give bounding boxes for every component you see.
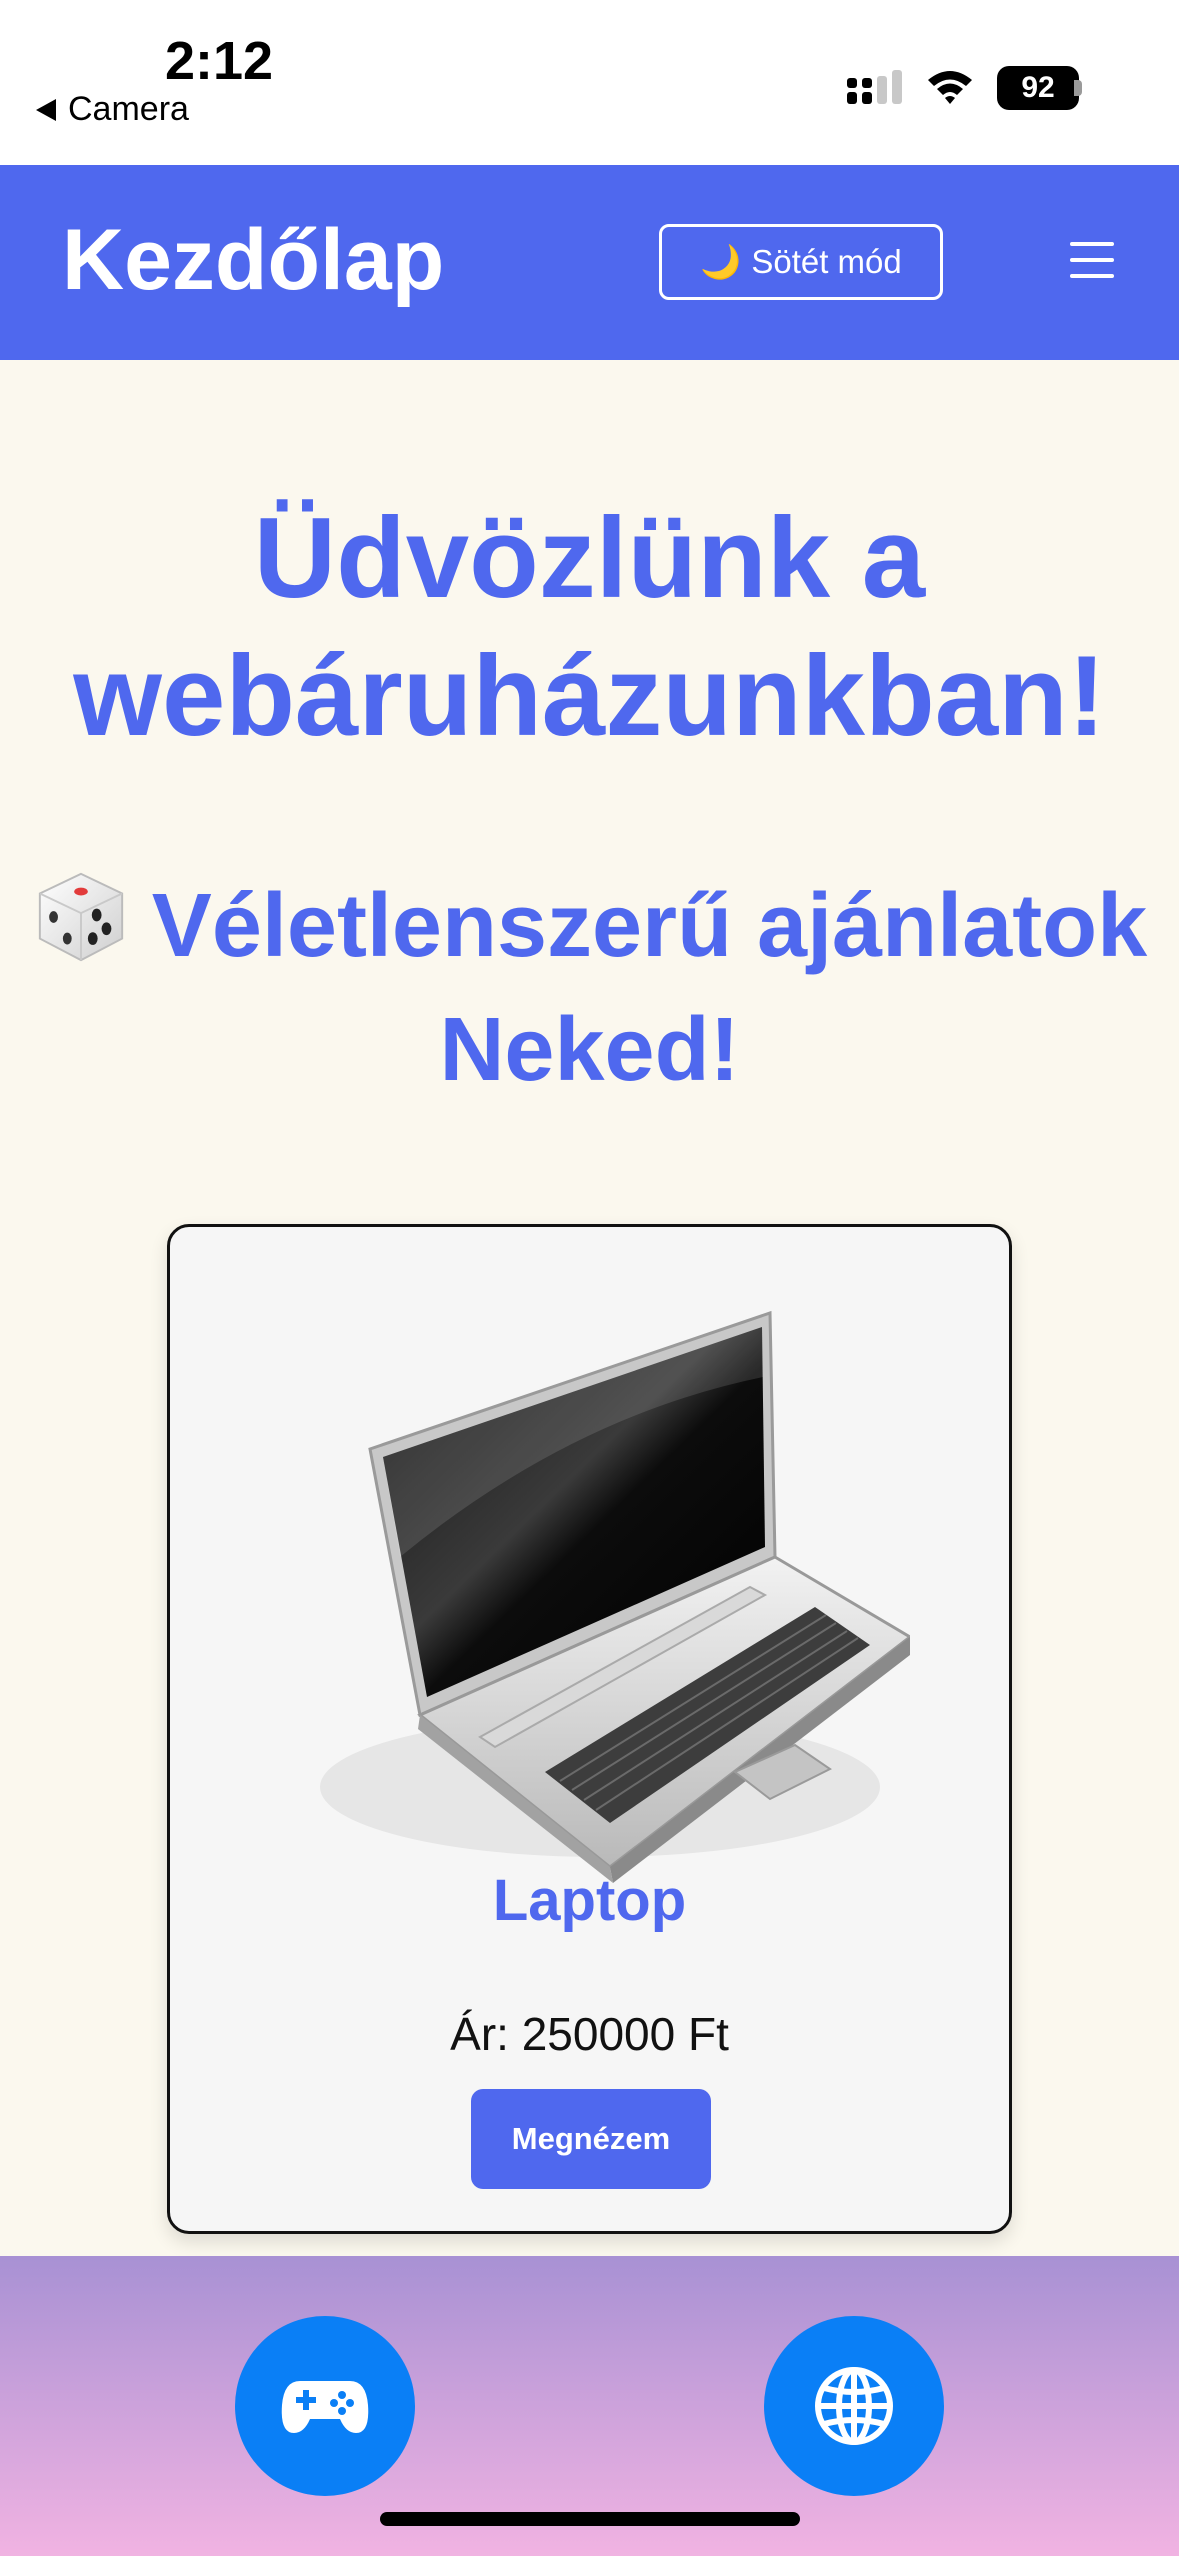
bottom-bar — [0, 2256, 1179, 2556]
welcome-heading: Üdvözlünk a webáruházunkban! — [73, 495, 1106, 760]
battery-indicator: 92 — [997, 66, 1079, 110]
home-indicator[interactable] — [380, 2512, 800, 2526]
battery-cap — [1074, 80, 1082, 96]
wifi-icon — [928, 71, 972, 104]
gamepad-icon — [281, 2381, 369, 2433]
back-label: Camera — [68, 90, 189, 128]
page-title[interactable]: Kezdőlap — [62, 211, 444, 310]
back-to-camera-link[interactable]: Camera — [36, 90, 189, 129]
product-name[interactable]: Laptop — [170, 1867, 1009, 1934]
product-card: Laptop Ár: 250000 Ft Megnézem — [167, 1224, 1012, 2234]
top-navbar: Kezdőlap 🌙 Sötét mód — [0, 165, 1179, 360]
dark-mode-button[interactable]: 🌙 Sötét mód — [659, 224, 943, 300]
product-price: Ár: 250000 Ft — [450, 2008, 729, 2060]
dice-icon — [38, 872, 123, 962]
offers-heading-text: Véletlenszerű ajánlatok Neked! — [151, 876, 1148, 1100]
status-bar: 2:12 Camera 92 — [0, 0, 1179, 165]
hamburger-menu-icon[interactable] — [1070, 242, 1114, 278]
moon-icon: 🌙 — [700, 242, 742, 280]
view-product-button[interactable]: Megnézem — [471, 2089, 711, 2189]
games-button[interactable] — [235, 2316, 415, 2496]
laptop-image[interactable] — [270, 1267, 910, 1907]
globe-icon — [815, 2367, 893, 2445]
signal-icon — [847, 70, 902, 104]
language-button[interactable] — [764, 2316, 944, 2496]
clock: 2:12 — [165, 31, 274, 91]
dark-mode-label: Sötét mód — [751, 243, 902, 280]
back-arrow-icon — [36, 98, 56, 121]
random-offers-heading: Véletlenszerű ajánlatok Neked! — [0, 864, 1179, 1112]
